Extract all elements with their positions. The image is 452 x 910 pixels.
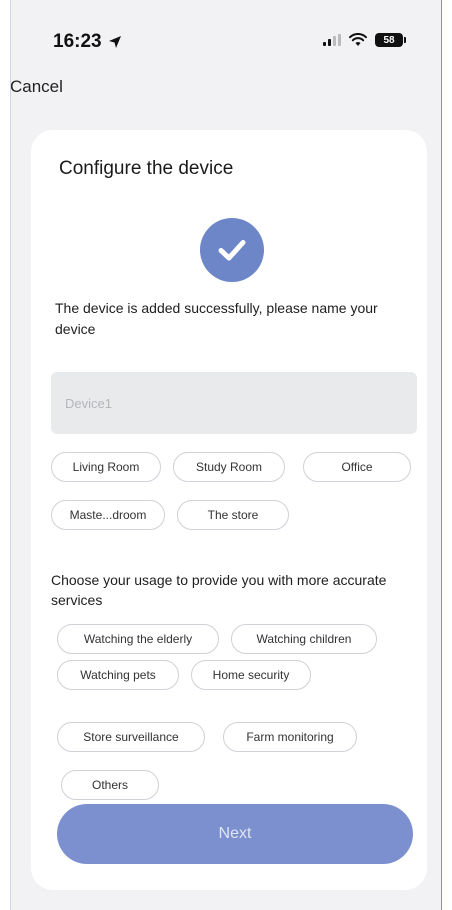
configure-card: Configure the device The device is added… <box>31 130 427 890</box>
usage-chip-store-surveillance[interactable]: Store surveillance <box>57 722 205 752</box>
status-time-text: 16:23 <box>53 31 102 52</box>
room-chip-the-store[interactable]: The store <box>177 500 289 530</box>
usage-chip-watching-children[interactable]: Watching children <box>231 624 377 654</box>
success-check-icon <box>200 218 264 282</box>
usage-chip-watching-pets[interactable]: Watching pets <box>57 660 179 690</box>
usage-chip-others[interactable]: Others <box>61 770 159 800</box>
room-chips-row-1: Living Room Study Room Office <box>51 452 411 482</box>
room-chip-office[interactable]: Office <box>303 452 411 482</box>
room-chip-study-room[interactable]: Study Room <box>173 452 285 482</box>
device-name-input[interactable] <box>51 372 417 434</box>
phone-screen: 16:23 58 Cancel Configure the device The… <box>10 0 442 910</box>
usage-chips-row-4: Others <box>61 770 159 800</box>
page-title: Configure the device <box>59 158 234 179</box>
usage-chips-row-3: Store surveillance Farm monitoring <box>57 722 357 752</box>
usage-chip-farm-monitoring[interactable]: Farm monitoring <box>223 722 357 752</box>
battery-icon: 58 <box>375 33 406 47</box>
success-message: The device is added successfully, please… <box>55 300 378 337</box>
wifi-icon <box>349 33 367 46</box>
room-chip-living-room[interactable]: Living Room <box>51 452 161 482</box>
room-chip-master-bedroom[interactable]: Maste...droom <box>51 500 165 530</box>
room-chips-row-2: Maste...droom The store <box>51 500 289 530</box>
usage-chips-row-2: Watching pets Home security <box>57 660 311 690</box>
usage-prompt: Choose your usage to provide you with mo… <box>51 572 387 608</box>
status-time: 16:23 <box>53 31 122 53</box>
usage-chip-watching-elderly[interactable]: Watching the elderly <box>57 624 219 654</box>
usage-chips-row-1: Watching the elderly Watching children <box>57 624 377 654</box>
status-indicators: 58 <box>323 33 406 47</box>
cellular-signal-icon <box>323 34 341 46</box>
usage-chip-home-security[interactable]: Home security <box>191 660 311 690</box>
next-button[interactable]: Next <box>57 804 413 864</box>
status-bar: 16:23 58 <box>11 0 441 72</box>
cancel-button[interactable]: Cancel <box>11 77 63 97</box>
location-arrow-icon <box>108 36 121 48</box>
battery-level: 58 <box>383 34 395 46</box>
